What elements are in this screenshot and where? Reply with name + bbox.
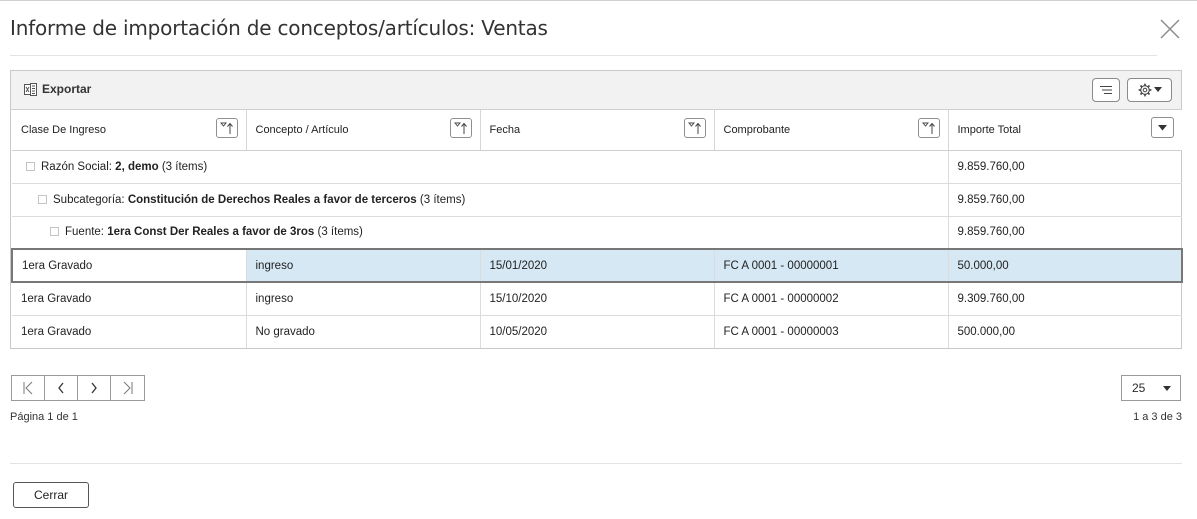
first-page-icon: [23, 381, 33, 395]
header-row: Clase De Ingreso Concepto / Artículo Fec…: [12, 110, 1182, 151]
last-page-icon: [123, 381, 132, 395]
report-table: Clase De Ingreso Concepto / Artículo Fec…: [11, 110, 1183, 348]
sort-filter-icon: [687, 122, 701, 134]
cell-importe[interactable]: 9.309.760,00: [948, 282, 1182, 316]
cell-fecha[interactable]: 15/01/2020: [480, 248, 715, 283]
cell-concepto[interactable]: No gravado: [246, 315, 481, 348]
group-row: Fuente: 1era Const Der Reales a favor de…: [12, 216, 1182, 250]
range-info: 1 a 3 de 3: [1133, 411, 1182, 423]
group-label: Fuente: 1era Const Der Reales a favor de…: [12, 216, 949, 250]
first-page-button[interactable]: [12, 376, 45, 400]
collapse-toggle-icon[interactable]: [50, 227, 59, 237]
page-info: Página 1 de 1: [10, 411, 78, 423]
caret-down-icon: [1153, 87, 1162, 92]
sort-filter-button[interactable]: [683, 118, 706, 138]
sort-filter-icon: [921, 122, 935, 134]
column-header-fecha[interactable]: Fecha: [480, 110, 715, 151]
export-label: Exportar: [42, 82, 92, 96]
cell-fecha[interactable]: 15/10/2020: [480, 282, 715, 316]
cell-concepto[interactable]: ingreso: [246, 248, 481, 283]
sort-filter-icon: [453, 122, 467, 134]
cell-comprobante[interactable]: FC A 0001 - 00000003: [714, 315, 949, 348]
cell-comprobante[interactable]: FC A 0001 - 00000001: [714, 248, 949, 283]
group-row: Subcategoría: Constitución de Derechos R…: [12, 183, 1182, 217]
column-header-importe[interactable]: Importe Total: [948, 110, 1182, 151]
cell-importe[interactable]: 50.000,00: [948, 248, 1183, 283]
dialog-title: Informe de importación de conceptos/artí…: [10, 16, 548, 40]
sort-filter-button[interactable]: [449, 118, 472, 138]
cell-clase[interactable]: 1era Gravado: [12, 282, 247, 316]
group-total: 9.859.760,00: [948, 150, 1182, 184]
caret-down-icon: [1158, 124, 1167, 130]
close-icon[interactable]: [1158, 17, 1182, 41]
prev-page-button[interactable]: [45, 376, 78, 400]
group-label: Subcategoría: Constitución de Derechos R…: [12, 183, 949, 217]
header-divider: [10, 55, 1157, 56]
cell-concepto[interactable]: ingreso: [246, 282, 481, 316]
gear-icon: [1138, 83, 1151, 97]
collapse-toggle-icon[interactable]: [26, 161, 35, 171]
cell-importe[interactable]: 500.000,00: [948, 315, 1182, 348]
group-label: Razón Social: 2, demo (3 ítems): [12, 150, 949, 184]
table-row[interactable]: 1era Gravado ingreso 15/01/2020 FC A 000…: [11, 248, 1183, 283]
sort-filter-button[interactable]: [215, 118, 238, 138]
cell-fecha[interactable]: 10/05/2020: [480, 315, 715, 348]
caret-down-icon: [1163, 386, 1171, 391]
cell-clase[interactable]: 1era Gravado: [11, 248, 247, 283]
page-size-value: 25: [1132, 381, 1146, 395]
sort-filter-icon: [219, 122, 233, 134]
collapse-toggle-icon[interactable]: [38, 194, 47, 204]
top-divider: [0, 0, 1197, 1]
column-header-clase[interactable]: Clase De Ingreso: [12, 110, 247, 151]
export-button[interactable]: Exportar: [24, 82, 91, 96]
last-page-button[interactable]: [111, 376, 144, 400]
column-header-comprobante[interactable]: Comprobante: [714, 110, 949, 151]
group-total: 9.859.760,00: [948, 183, 1182, 217]
group-row: Razón Social: 2, demo (3 ítems) 9.859.76…: [12, 150, 1182, 184]
chevron-left-icon: [58, 382, 64, 394]
cell-clase[interactable]: 1era Gravado: [12, 315, 247, 348]
pager: [11, 375, 145, 401]
table-row[interactable]: 1era Gravado No gravado 10/05/2020 FC A …: [12, 315, 1182, 348]
excel-icon: [24, 82, 37, 96]
column-header-concepto[interactable]: Concepto / Artículo: [246, 110, 481, 151]
cell-comprobante[interactable]: FC A 0001 - 00000002: [714, 282, 949, 316]
group-total: 9.859.760,00: [948, 216, 1182, 250]
table-row[interactable]: 1era Gravado ingreso 15/10/2020 FC A 000…: [12, 282, 1182, 316]
report-grid: Exportar Clase De Ingreso Concepto / Art…: [10, 70, 1183, 349]
column-menu-button[interactable]: [1151, 117, 1174, 138]
sort-filter-button[interactable]: [917, 118, 940, 138]
lines-icon: [1100, 86, 1112, 94]
page-size-select[interactable]: 25: [1121, 375, 1181, 401]
columns-button[interactable]: [1092, 78, 1120, 102]
close-button[interactable]: Cerrar: [13, 482, 89, 508]
settings-button[interactable]: [1127, 78, 1172, 102]
grid-toolbar: Exportar: [11, 71, 1181, 110]
footer-divider: [10, 463, 1182, 464]
next-page-button[interactable]: [78, 376, 111, 400]
chevron-right-icon: [91, 382, 97, 394]
